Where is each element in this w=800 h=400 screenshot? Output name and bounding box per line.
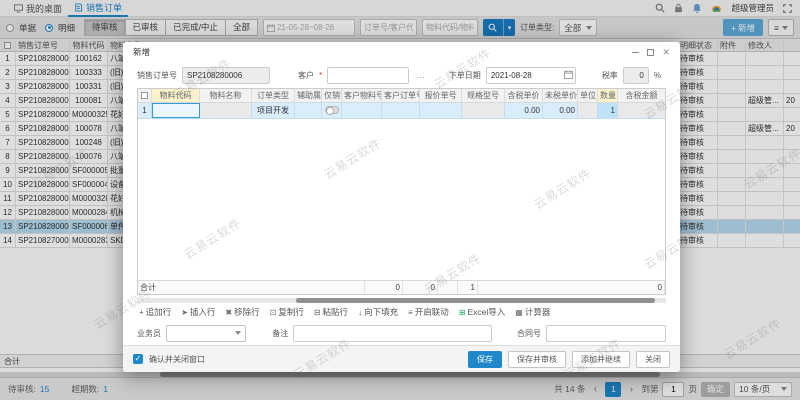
grid-data-row: 1 项目开发 0.00 0.00 1 [138,103,665,119]
grid-select-all[interactable] [138,89,152,102]
copy-row-button[interactable]: ⊡复制行 [270,306,304,318]
calculator-icon: ▦ [515,308,523,317]
contract-input[interactable] [546,325,666,342]
sale-only-cell [322,103,342,118]
row-index: 1 [138,103,152,118]
grid-total-row: 合计 0 0 1 0 [138,280,665,294]
col-quote-no[interactable]: 报价单号 [420,89,462,102]
col-spec[interactable]: 规格型号 [462,89,505,102]
new-order-modal: 新增 ✕ 销售订单号 客户 * … 下单日期 税率 % [123,42,680,372]
save-button[interactable]: 保存 [468,351,502,368]
order-no-label: 销售订单号 [137,70,177,81]
cust-order-cell[interactable] [382,103,420,118]
append-row-button[interactable]: +追加行 [139,306,171,318]
spec-cell [462,103,505,118]
material-code-cell[interactable] [152,103,200,118]
contract-label: 合同号 [517,328,541,339]
add-continue-button[interactable]: 添加并继续 [572,351,630,368]
price-incl-cell[interactable]: 0.00 [505,103,543,118]
tax-rate-input [623,67,649,84]
maximize-icon[interactable] [647,49,654,56]
paste-icon: ⊟ [314,308,321,317]
grid-horizontal-scrollbar[interactable] [137,298,666,303]
col-price-excl[interactable]: 未税单价 [543,89,578,102]
col-price-incl[interactable]: 含税单价 [505,89,543,102]
total-amount: 0 [478,281,665,294]
total-qty: 1 [458,281,478,294]
chevron-down-icon [235,331,241,335]
required-mark: * [319,70,322,80]
remark-label: 备注 [272,328,288,339]
hamburger-icon: ≡ [408,308,413,317]
copy-icon: ⊡ [270,308,277,317]
minimize-icon[interactable] [632,52,639,53]
col-order-type[interactable]: 订单类型 [252,89,295,102]
plus-icon: + [139,308,144,317]
calendar-icon[interactable] [564,70,573,79]
col-aux-attr[interactable]: 辅助属性 [295,89,322,102]
grid-row-toolbar: +追加行 ➤插入行 ✖移除行 ⊡复制行 ⊟粘贴行 ↓向下填充 ≡开启联动 ⊞Ex… [123,303,680,321]
modal-header-form: 销售订单号 客户 * … 下单日期 税率 % [123,62,680,88]
toggle-off-icon[interactable] [325,106,339,114]
confirm-close-label: 确认并关闭窗口 [149,354,205,365]
col-cust-material[interactable]: 客户物料号 [342,89,382,102]
amount-cell [618,103,665,118]
customer-label: 客户 [298,70,314,81]
tax-unit: % [654,71,661,80]
insert-icon: ➤ [181,308,188,317]
order-type-cell[interactable]: 项目开发 [252,103,295,118]
checked-checkbox-icon[interactable]: ✓ [133,354,143,364]
grid-total-label: 合计 [138,281,178,294]
excel-import-button[interactable]: ⊞Excel导入 [459,306,506,318]
price-excl-cell[interactable]: 0.00 [543,103,578,118]
arrow-down-icon: ↓ [358,308,362,317]
material-name-cell [200,103,252,118]
window-controls: ✕ [632,47,670,58]
total-price-incl: 0 [365,281,403,294]
modal-footer: ✓ 确认并关闭窗口 保存 保存并审核 添加并继续 关闭 [123,345,680,372]
close-button[interactable]: 关闭 [636,351,670,368]
modal-detail-grid: 物料代码 物料名称 订单类型 辅助属性 仅销售 客户物料号 客户订单号 报价单号… [137,88,666,295]
col-unit[interactable]: 单位 [578,89,598,102]
checkbox-icon [141,92,148,99]
tax-rate-label: 税率 [602,70,618,81]
fill-down-button[interactable]: ↓向下填充 [358,306,398,318]
modal-bottom-form: 业务员 备注 合同号 [123,321,680,345]
salesman-label: 业务员 [137,328,161,339]
aux-attr-cell[interactable] [295,103,322,118]
quote-no-cell[interactable] [420,103,462,118]
calculator-button[interactable]: ▦计算器 [515,306,550,318]
remark-input[interactable] [293,325,492,342]
grid-empty-area [138,119,665,280]
order-date-label: 下单日期 [449,70,481,81]
enable-linkage-button[interactable]: ≡开启联动 [408,306,449,318]
paste-row-button[interactable]: ⊟粘贴行 [314,306,348,318]
col-material-code[interactable]: 物料代码 [152,89,200,102]
col-qty[interactable]: 数量 [598,89,618,102]
col-cust-order[interactable]: 客户订单号 [382,89,420,102]
customer-picker-button[interactable]: … [414,70,427,80]
col-sale-only[interactable]: 仅销售 [322,89,342,102]
remove-icon: ✖ [225,308,232,317]
insert-row-button[interactable]: ➤插入行 [181,306,215,318]
salesman-select[interactable] [166,325,246,342]
unit-cell [578,103,598,118]
remove-row-button[interactable]: ✖移除行 [225,306,259,318]
total-price-excl: 0 [403,281,438,294]
scrollbar-thumb[interactable] [296,298,656,303]
order-date-input[interactable] [486,67,576,84]
grid-header-row: 物料代码 物料名称 订单类型 辅助属性 仅销售 客户物料号 客户订单号 报价单号… [138,89,665,103]
modal-title: 新增 [133,46,150,58]
cust-material-cell[interactable] [342,103,382,118]
excel-icon: ⊞ [459,308,466,317]
order-no-input [182,67,270,84]
col-material-name[interactable]: 物料名称 [200,89,252,102]
customer-input[interactable] [327,67,409,84]
save-audit-button[interactable]: 保存并审核 [508,351,566,368]
close-icon[interactable]: ✕ [662,47,670,58]
app-window: 我的桌面 销售订单 超级管理员 单据 明细 待审核 已审核 已完成/中止 全部 … [0,0,800,400]
qty-cell[interactable]: 1 [598,103,618,118]
col-amount[interactable]: 含税金额 [618,89,665,102]
modal-title-bar: 新增 ✕ [123,42,680,62]
